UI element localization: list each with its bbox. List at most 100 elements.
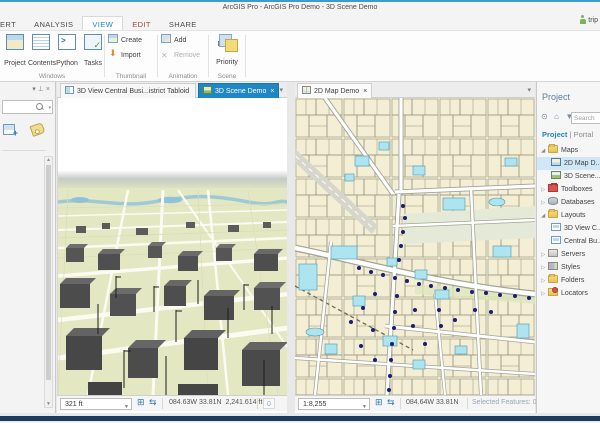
tab-portal[interactable]: Portal: [574, 130, 594, 139]
view-tab-scene-active[interactable]: 3D Scene Demo ×: [198, 83, 280, 98]
link-views-icon[interactable]: ⇆: [149, 397, 157, 408]
window-bottom-edge: [0, 416, 600, 422]
map-coordinates: 084.64W 33.81N: [406, 399, 459, 406]
tree-item-layout-3d-view[interactable]: 3D View C...: [537, 222, 600, 235]
title-bar: ArcGIS Pro - ArcGIS Pro Demo - 3D Scene …: [0, 0, 600, 14]
map-scale-combo[interactable]: 1:8,255 ▼: [298, 398, 370, 410]
map-2d-canvas[interactable]: [295, 98, 535, 395]
tree-item-databases[interactable]: ▷ Databases: [537, 196, 600, 209]
tasks-icon: [84, 34, 102, 51]
tasks-button[interactable]: Tasks: [80, 33, 106, 71]
pane-close-icon[interactable]: ×: [46, 86, 52, 93]
home-icon[interactable]: ⌂: [554, 112, 559, 121]
expand-icon[interactable]: ▷: [541, 262, 548, 274]
user-name: trip: [588, 17, 598, 24]
back-icon[interactable]: ⊙: [541, 112, 548, 121]
contents-pane-button[interactable]: Contents: [28, 33, 56, 71]
tree-item-layout-central[interactable]: Central Bu...: [537, 235, 600, 248]
tree-item-folders[interactable]: ▷ Folders: [537, 274, 600, 287]
map-2d-icon: [551, 158, 561, 166]
left-pane-toolbar: [3, 122, 46, 140]
tree-item-styles[interactable]: ▷ Styles: [537, 261, 600, 274]
project-pane-title: Project: [542, 92, 571, 102]
tree-item-maps[interactable]: ◢ Maps: [537, 144, 600, 157]
project-pane: Project ⊙ ⌂ ▼ Project | Portal ◢Maps 2D …: [536, 82, 600, 413]
tab-overflow-icon[interactable]: ▾: [279, 86, 283, 94]
close-tab-icon[interactable]: ×: [363, 88, 367, 95]
scroll-down-icon[interactable]: ▼: [45, 401, 52, 407]
python-button[interactable]: Python: [54, 33, 80, 71]
divider: [400, 398, 401, 409]
thumbnail-create-button[interactable]: Create: [108, 34, 142, 47]
animation-add-icon: [161, 34, 171, 43]
project-pane-tabs: Project | Portal: [542, 130, 593, 139]
scene-selection-count[interactable]: 0: [263, 398, 275, 409]
project-pane-button[interactable]: Project: [2, 33, 28, 71]
expand-icon[interactable]: ▷: [541, 275, 548, 287]
tree-item-2d-map[interactable]: 2D Map D...: [537, 157, 600, 170]
scene-scale-combo[interactable]: 321 ft ▼: [60, 398, 132, 410]
layout-icon: [551, 223, 561, 231]
link-views-icon[interactable]: ⇆: [387, 397, 395, 408]
close-tab-icon[interactable]: ×: [270, 88, 274, 95]
pane-pin-icon[interactable]: ⊥: [38, 86, 46, 93]
scene-tab-strip: 3D View Central Busi...istrict Tabloid 3…: [57, 82, 287, 98]
folders-icon: [548, 274, 558, 283]
main-area: ▾⊥× ▾ ▲ ▼ 3D View Central Busi...istrict…: [0, 82, 600, 416]
layout-icon: [551, 236, 561, 244]
expand-icon[interactable]: ▷: [541, 288, 548, 300]
animation-add-button[interactable]: Add: [161, 34, 186, 47]
view-tab-layout[interactable]: 3D View Central Busi...istrict Tabloid: [60, 83, 196, 98]
scroll-thumb[interactable]: [46, 165, 51, 380]
group-label-windows: Windows: [38, 73, 66, 80]
expand-icon[interactable]: ▷: [541, 184, 548, 196]
ribbon-group-thumbnail: Create Import Thumbnail: [105, 31, 157, 81]
add-view-icon[interactable]: ⊞: [137, 397, 145, 408]
expand-icon[interactable]: ◢: [541, 210, 548, 222]
animation-remove-button[interactable]: Remove: [161, 49, 200, 62]
view-tab-map[interactable]: 2D Map Demo ×: [297, 83, 373, 98]
scene-3d-icon: [551, 171, 561, 179]
tab-overflow-icon[interactable]: ▾: [527, 86, 531, 94]
map-2d-pane: 2D Map Demo × ▾ 1:8,255 ▼ ⊞ ⇆ 084.64W 33…: [295, 82, 537, 413]
left-pane-search-input[interactable]: ▾: [2, 100, 53, 114]
ribbon-group-scene: Depth Priority Scene: [209, 31, 245, 81]
animation-remove-icon: [161, 49, 171, 58]
tree-item-locators[interactable]: ▷ Locators: [537, 287, 600, 300]
scene-3d-canvas[interactable]: [57, 98, 287, 395]
expand-icon[interactable]: ◢: [541, 145, 548, 157]
user-person-icon: [579, 15, 586, 24]
expand-icon[interactable]: ▷: [541, 197, 548, 209]
label-tag-icon[interactable]: [29, 122, 46, 137]
divider: [162, 398, 163, 409]
left-pane-scrollbar[interactable]: ▲ ▼: [44, 156, 53, 408]
locators-icon: [548, 287, 558, 296]
add-view-icon[interactable]: ⊞: [375, 397, 383, 408]
styles-icon: [548, 262, 558, 270]
signed-in-user[interactable]: trip: [579, 15, 598, 29]
thumbnail-import-button[interactable]: Import: [108, 47, 141, 62]
python-icon: [58, 34, 76, 50]
chevron-down-icon: ▼: [362, 404, 367, 410]
map-status-bar: 1:8,255 ▼ ⊞ ⇆ 084.64W 33.81N Selected Fea…: [295, 395, 537, 411]
project-tree: ◢ Maps 2D Map D... 3D Scene... ▷ Toolboxes…: [537, 144, 600, 300]
project-search-input[interactable]: [571, 112, 600, 124]
tab-project[interactable]: Project: [542, 130, 567, 139]
tree-item-layouts[interactable]: ◢ Layouts: [537, 209, 600, 222]
group-label-scene: Scene: [217, 73, 237, 80]
tree-item-toolboxes[interactable]: ▷ Toolboxes: [537, 183, 600, 196]
tree-item-3d-scene[interactable]: 3D Scene...: [537, 170, 600, 183]
tree-item-servers[interactable]: ▷ Servers: [537, 248, 600, 261]
contents-pane-icon: [32, 34, 50, 50]
database-icon: [548, 197, 558, 205]
chevron-down-icon: ▼: [124, 404, 129, 410]
depth-priority-button[interactable]: Depth Priority: [212, 33, 242, 71]
selected-features-count[interactable]: Selected Features: 0: [472, 399, 537, 406]
add-map-icon[interactable]: [3, 124, 18, 138]
search-dropdown-icon[interactable]: ▾: [48, 105, 51, 111]
divider: [2, 150, 46, 151]
pane-splitter[interactable]: [287, 82, 295, 413]
expand-icon[interactable]: ▷: [541, 249, 548, 261]
scroll-up-icon[interactable]: ▲: [45, 157, 52, 163]
group-label-thumbnail: Thumbnail: [115, 73, 147, 80]
